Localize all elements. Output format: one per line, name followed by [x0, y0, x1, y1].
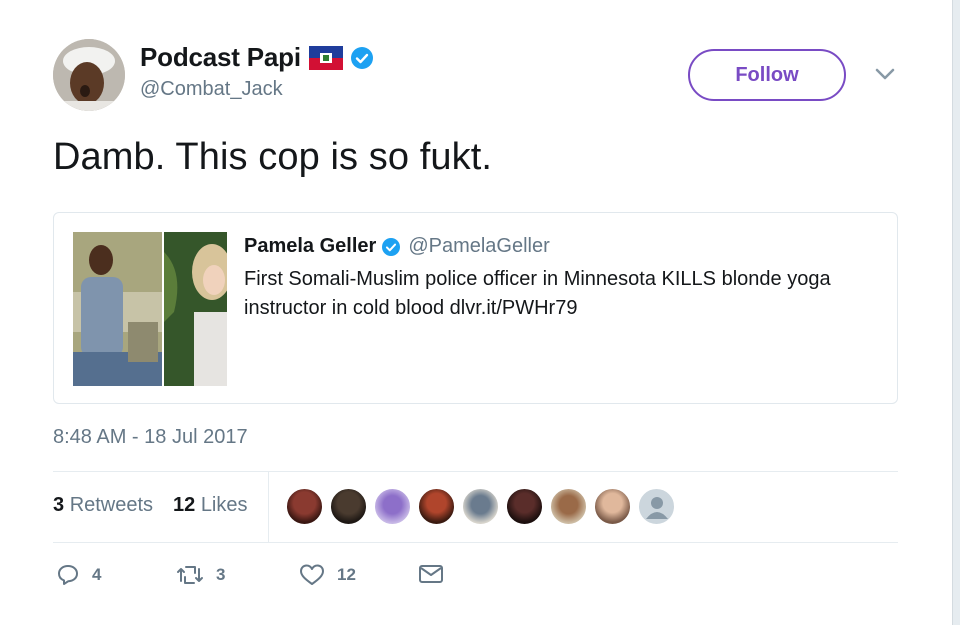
tweet-text: Damb. This cop is so fukt. [53, 136, 493, 178]
retweet-icon [177, 566, 203, 584]
liker-avatar[interactable] [550, 488, 587, 525]
likers-avatars [286, 488, 675, 525]
liker-avatar[interactable] [374, 488, 411, 525]
retweets-stat[interactable]: 3 Retweets [53, 494, 153, 517]
retweet-count: 3 [216, 565, 226, 584]
tweet-timestamp[interactable]: 8:48 AM - 18 Jul 2017 [53, 426, 248, 449]
stats-divider [268, 472, 269, 542]
quoted-author-name[interactable]: Pamela Geller [244, 235, 376, 258]
author-name-row: Podcast Papi [140, 42, 373, 73]
heart-icon [300, 564, 324, 585]
divider-top [53, 471, 898, 472]
divider-bottom [53, 542, 898, 543]
liker-avatar[interactable] [330, 488, 367, 525]
author-avatar[interactable] [53, 39, 125, 111]
verified-badge-icon [382, 237, 401, 256]
reply-button[interactable]: 4 [56, 563, 101, 587]
retweet-button[interactable]: 3 [176, 563, 225, 587]
haiti-flag-icon [308, 45, 343, 70]
like-count: 12 [337, 565, 356, 584]
retweets-label: Retweets [69, 494, 154, 516]
liker-avatar[interactable] [286, 488, 323, 525]
reply-icon [58, 565, 78, 585]
envelope-icon [419, 565, 443, 583]
liker-avatar[interactable] [594, 488, 631, 525]
liker-avatar[interactable] [418, 488, 455, 525]
quoted-photo-right [164, 232, 227, 386]
chevron-down-icon[interactable] [874, 66, 896, 82]
liker-avatar[interactable] [462, 488, 499, 525]
like-button[interactable]: 12 [299, 563, 356, 587]
reply-count: 4 [92, 565, 102, 584]
retweets-count: 3 [53, 494, 65, 516]
quoted-tweet-text: First Somali-Muslim police officer in Mi… [244, 268, 831, 319]
quoted-tweet-image [73, 232, 227, 386]
direct-message-button[interactable] [418, 563, 444, 585]
follow-button[interactable]: Follow [688, 49, 846, 101]
verified-badge-icon [350, 46, 373, 69]
liker-avatar[interactable] [506, 488, 543, 525]
quoted-photo-left [73, 232, 162, 386]
quoted-tweet[interactable]: Pamela Geller @PamelaGeller First Somali… [53, 212, 898, 404]
window-edge [952, 0, 960, 625]
author-photo [53, 39, 125, 111]
default-user-icon [645, 496, 668, 519]
author-handle[interactable]: @Combat_Jack [140, 78, 283, 101]
author-name[interactable]: Podcast Papi [140, 42, 301, 73]
quoted-author-handle[interactable]: @PamelaGeller [408, 235, 549, 258]
default-avatar[interactable] [638, 488, 675, 525]
likes-stat[interactable]: 12 Likes [173, 494, 248, 517]
quoted-tweet-header: Pamela Geller @PamelaGeller [244, 235, 550, 258]
likes-label: Likes [200, 494, 248, 516]
likes-count: 12 [173, 494, 196, 516]
